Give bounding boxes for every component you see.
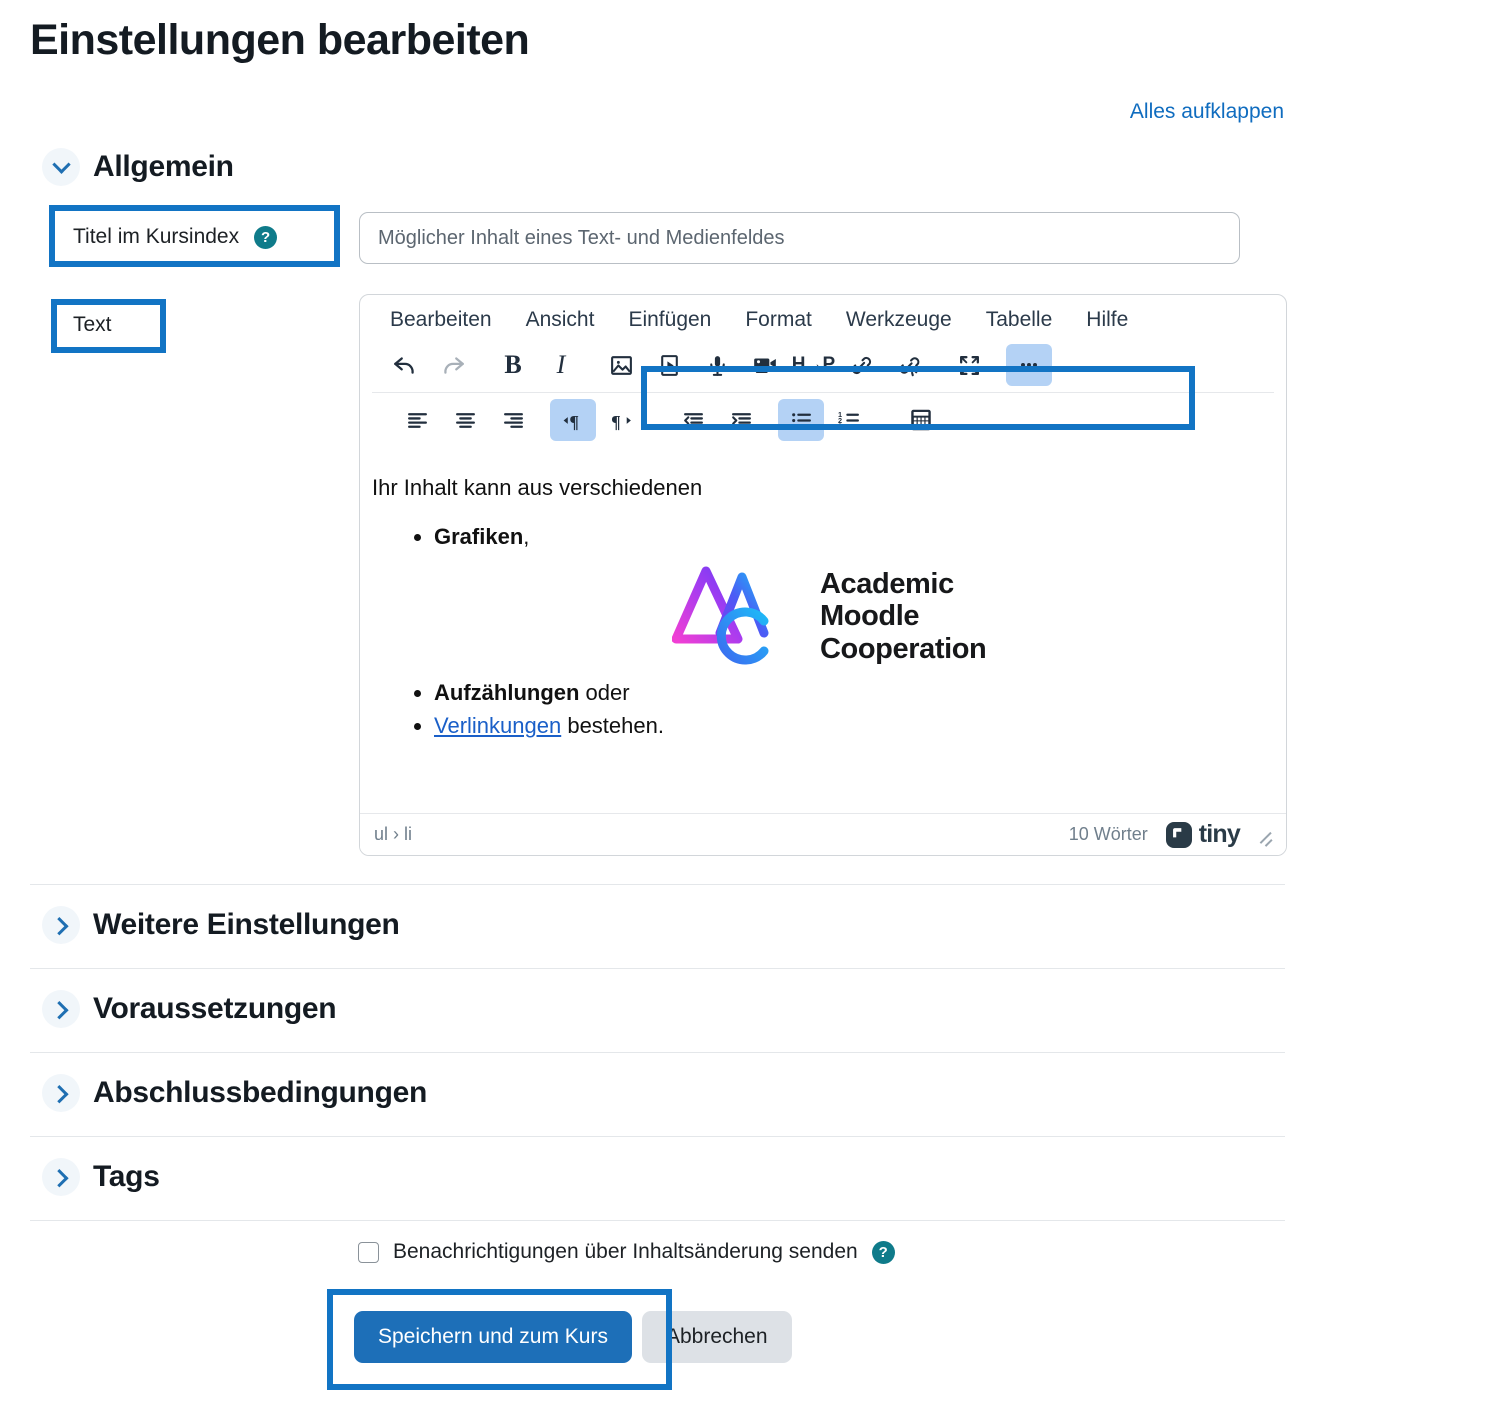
bullet-aufzaehlungen-bold: Aufzählungen (434, 679, 580, 705)
video-camera-icon[interactable] (742, 344, 788, 386)
svg-text:¶: ¶ (569, 411, 579, 431)
notify-changes-checkbox[interactable] (358, 1241, 379, 1263)
amc-logo-line-1: Academic (820, 567, 954, 600)
menu-item-format[interactable]: Format (745, 308, 812, 332)
bold-icon[interactable]: B (490, 344, 536, 386)
numbered-list-icon[interactable]: 1 2 3 (826, 399, 872, 441)
list-item: Aufzählungen oder (434, 677, 1262, 709)
menu-item-hilfe[interactable]: Hilfe (1086, 308, 1128, 332)
section-header-weitere-einstellungen[interactable]: Weitere Einstellungen (42, 906, 400, 944)
chevron-down-icon[interactable] (42, 148, 80, 186)
section-header-tags[interactable]: Tags (42, 1158, 160, 1196)
align-center-icon[interactable] (442, 399, 488, 441)
content-intro-paragraph: Ihr Inhalt kann aus verschiedenen (372, 475, 703, 500)
divider (30, 1136, 1285, 1137)
redo-icon[interactable] (430, 344, 476, 386)
help-circle-icon[interactable]: ? (871, 1240, 895, 1264)
section-title-allgemein: Allgemein (93, 150, 234, 183)
section-header-allgemein[interactable]: Allgemein (42, 148, 234, 186)
menu-item-bearbeiten[interactable]: Bearbeiten (390, 308, 492, 332)
media-player-icon[interactable] (646, 344, 692, 386)
notify-changes-label: Benachrichtigungen über Inhaltsänderung … (393, 1240, 858, 1263)
section-title-abschlussbedingungen: Abschlussbedingungen (93, 1076, 428, 1109)
outdent-icon[interactable] (670, 399, 716, 441)
label-title-in-course-index: Titel im Kursindex ? (73, 225, 278, 249)
editor-resize-handle[interactable] (1256, 827, 1272, 843)
divider (30, 884, 1285, 885)
tinymce-brand-link[interactable]: tiny (1165, 820, 1241, 849)
image-icon[interactable] (598, 344, 644, 386)
section-title-tags: Tags (93, 1160, 160, 1193)
bullet-verlinkungen-rest: bestehen. (561, 713, 664, 739)
editor-statusbar: ul › li 10 Wörter tiny (360, 813, 1286, 855)
chevron-right-icon[interactable] (42, 1158, 80, 1196)
link-icon[interactable] (838, 344, 884, 386)
section-header-voraussetzungen[interactable]: Voraussetzungen (42, 990, 337, 1028)
list-item: Verlinkungen bestehen. (434, 710, 1262, 742)
editor-toolbar-row-1[interactable]: B I H→P (360, 342, 1286, 392)
label-text: Titel im Kursindex (73, 225, 240, 248)
section-title-weitere-einstellungen: Weitere Einstellungen (93, 908, 400, 941)
tinymce-editor[interactable]: Bearbeiten Ansicht Einfügen Format Werkz… (359, 294, 1287, 856)
cancel-button[interactable]: Abbrechen (641, 1311, 792, 1363)
undo-icon[interactable] (382, 344, 428, 386)
editor-menubar[interactable]: Bearbeiten Ansicht Einfügen Format Werkz… (360, 295, 1286, 342)
tiny-logo-icon (1165, 821, 1192, 848)
menu-item-werkzeuge[interactable]: Werkzeuge (846, 308, 952, 332)
chevron-right-icon[interactable] (42, 1074, 80, 1112)
svg-text:3: 3 (838, 421, 842, 430)
chevron-right-icon[interactable] (42, 906, 80, 944)
academic-moodle-cooperation-logo: Academic Moodle Cooperation (672, 563, 1262, 671)
form-actions: Speichern und zum Kurs Abbrechen (354, 1311, 792, 1363)
section-title-voraussetzungen: Voraussetzungen (93, 992, 337, 1025)
bullet-grafiken-rest: , (523, 523, 530, 549)
ltr-direction-icon[interactable]: ¶ (550, 399, 596, 441)
label-text-value: Text (73, 313, 112, 336)
svg-text:¶: ¶ (611, 411, 621, 431)
list-item: Grafiken, (434, 521, 1262, 553)
menu-item-tabelle[interactable]: Tabelle (986, 308, 1053, 332)
save-and-return-to-course-button[interactable]: Speichern und zum Kurs (354, 1311, 632, 1363)
divider (30, 1052, 1285, 1053)
amc-logo-line-3: Cooperation (820, 632, 987, 665)
indent-icon[interactable] (718, 399, 764, 441)
chevron-right-icon[interactable] (42, 990, 80, 1028)
more-options-icon[interactable] (1006, 344, 1052, 386)
italic-icon[interactable]: I (538, 344, 584, 386)
label-text: Text (73, 313, 112, 337)
title-in-course-index-input[interactable] (359, 212, 1240, 264)
align-left-icon[interactable] (394, 399, 440, 441)
divider (30, 968, 1285, 969)
amc-logomark-icon (672, 566, 769, 665)
amc-logo-wordmark: Academic Moodle Cooperation (820, 567, 987, 665)
rtl-direction-icon[interactable]: ¶ (598, 399, 644, 441)
menu-item-ansicht[interactable]: Ansicht (526, 308, 595, 332)
equation-calculator-icon[interactable] (898, 399, 944, 441)
editor-content-area[interactable]: Ihr Inhalt kann aus verschiedenen Grafik… (360, 451, 1286, 813)
bullet-aufzaehlungen-rest: oder (579, 679, 630, 705)
bullet-list-icon[interactable] (778, 399, 824, 441)
tiny-brand-label: tiny (1198, 820, 1241, 848)
help-circle-icon[interactable]: ? (254, 225, 278, 249)
content-link-verlinkungen[interactable]: Verlinkungen (434, 713, 561, 738)
editor-element-path[interactable]: ul › li (374, 824, 412, 845)
amc-logo-line-2: Moodle (820, 600, 920, 633)
microphone-icon[interactable] (694, 344, 740, 386)
editor-toolbar-row-2[interactable]: ¶ ¶ 1 2 3 (372, 392, 1274, 451)
content-bullet-list-2: Aufzählungen oder Verlinkungen bestehen. (372, 677, 1262, 743)
bullet-grafiken-bold: Grafiken (434, 523, 524, 549)
align-right-icon[interactable] (490, 399, 536, 441)
notify-changes-row: Benachrichtigungen über Inhaltsänderung … (358, 1240, 895, 1264)
h5p-icon[interactable]: H→P (790, 344, 836, 386)
fullscreen-icon[interactable] (946, 344, 992, 386)
divider (30, 1220, 1285, 1221)
menu-item-einfuegen[interactable]: Einfügen (628, 308, 711, 332)
section-header-abschlussbedingungen[interactable]: Abschlussbedingungen (42, 1074, 427, 1112)
content-bullet-list: Grafiken, (372, 521, 1262, 553)
settings-page: Einstellungen bearbeiten Alles aufklappe… (0, 0, 1500, 1418)
unlink-icon[interactable] (886, 344, 932, 386)
page-title: Einstellungen bearbeiten (30, 16, 530, 64)
word-count: 10 Wörter (1068, 824, 1148, 844)
expand-all-link[interactable]: Alles aufklappen (1130, 100, 1284, 124)
